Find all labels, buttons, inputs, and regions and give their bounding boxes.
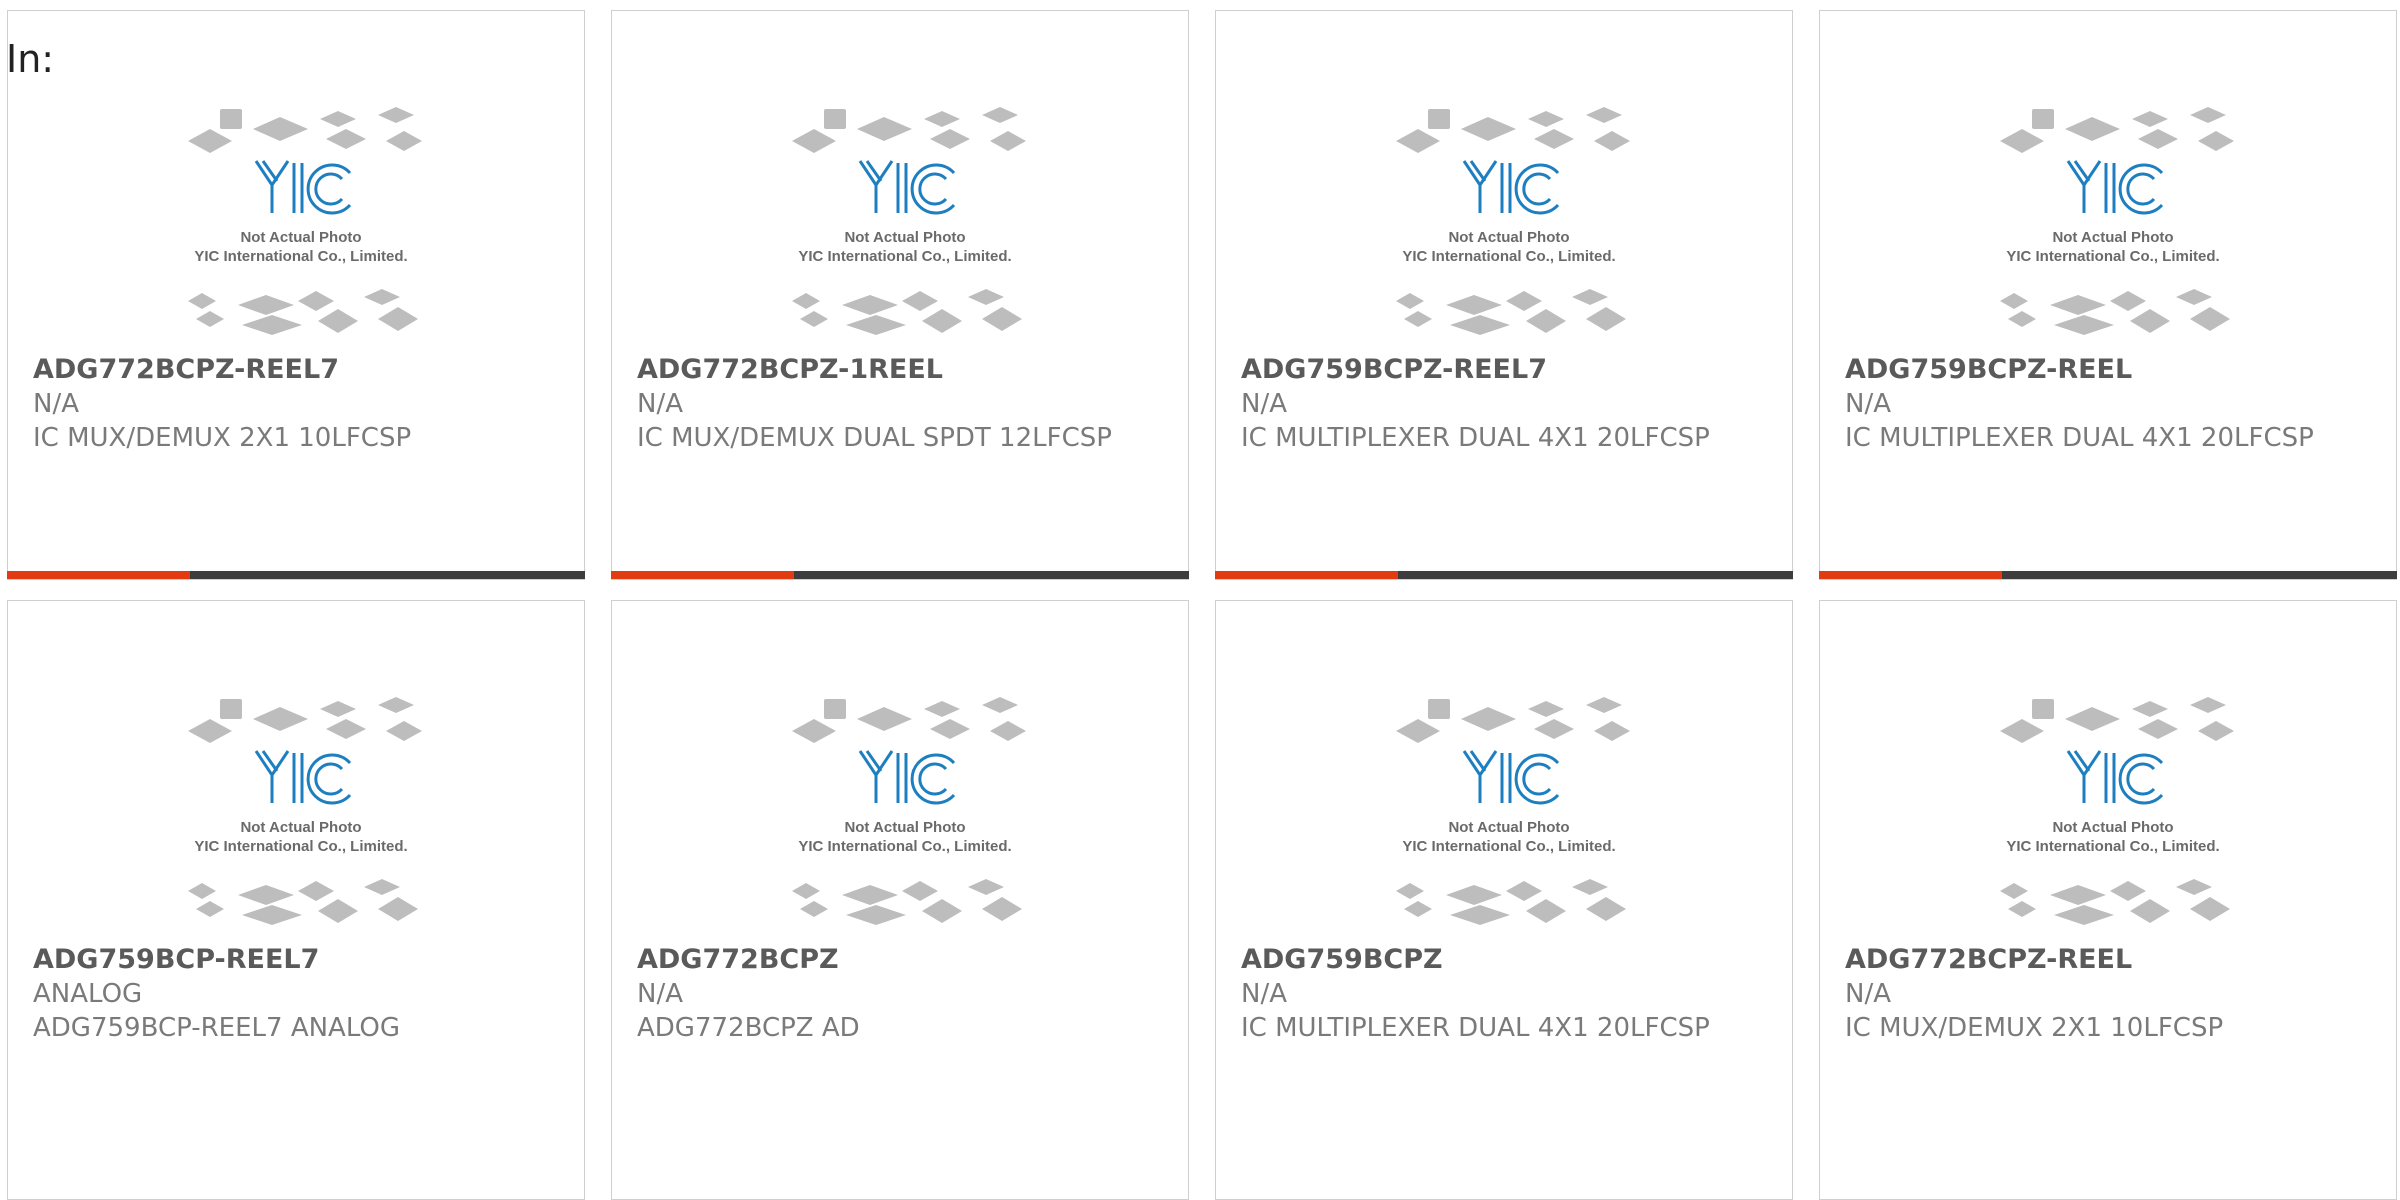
product-manufacturer: ANALOG [33, 979, 143, 1009]
product-card[interactable]: Not Actual Photo YIC International Co., … [1819, 10, 2397, 580]
product-description: IC MULTIPLEXER DUAL 4X1 20LFCSP [1241, 423, 1710, 453]
product-description: IC MUX/DEMUX 2X1 10LFCSP [1845, 1013, 2224, 1043]
product-part-number[interactable]: ADG759BCP-REEL7 [33, 943, 319, 977]
product-card[interactable]: Not Actual Photo YIC International Co., … [1215, 600, 1793, 1200]
product-card[interactable]: Not Actual Photo YIC International Co., … [611, 10, 1189, 580]
product-thumbnail[interactable]: Not Actual Photo YIC International Co., … [772, 101, 1038, 351]
product-card[interactable]: Not Actual Photo YIC International Co., … [611, 600, 1189, 1200]
card-progress-bar [1819, 571, 2397, 579]
thumbnail-caption-1: Not Actual Photo [2052, 819, 2173, 836]
product-manufacturer: N/A [1241, 389, 1287, 419]
chip-placeholder-image: Not Actual Photo YIC International Co., … [1396, 107, 1630, 335]
card-progress-bar [7, 571, 585, 579]
thumbnail-caption-2: YIC International Co., Limited. [798, 838, 1011, 855]
product-part-number[interactable]: ADG772BCPZ-1REEL [637, 353, 943, 387]
product-description: ADG759BCP-REEL7 ANALOG [33, 1013, 401, 1043]
card-progress-accent [1819, 571, 2002, 579]
product-description: ADG772BCPZ AD [637, 1013, 860, 1043]
product-thumbnail[interactable]: Not Actual Photo YIC International Co., … [1376, 691, 1642, 941]
product-thumbnail[interactable]: Not Actual Photo YIC International Co., … [168, 101, 434, 351]
product-description: IC MULTIPLEXER DUAL 4X1 20LFCSP [1241, 1013, 1710, 1043]
product-description: IC MULTIPLEXER DUAL 4X1 20LFCSP [1845, 423, 2314, 453]
card-progress-bar [1215, 571, 1793, 579]
product-thumbnail[interactable]: Not Actual Photo YIC International Co., … [1980, 691, 2246, 941]
thumbnail-caption-2: YIC International Co., Limited. [798, 248, 1011, 265]
chip-placeholder-image: Not Actual Photo YIC International Co., … [2000, 697, 2234, 925]
page-label: In: [6, 37, 55, 81]
product-part-number[interactable]: ADG772BCPZ [637, 943, 839, 977]
product-card[interactable]: Not Actual Photo YIC International Co., … [7, 600, 585, 1200]
product-thumbnail[interactable]: Not Actual Photo YIC International Co., … [1980, 101, 2246, 351]
chip-placeholder-image: Not Actual Photo YIC International Co., … [1396, 697, 1630, 925]
product-card[interactable]: Not Actual Photo YIC International Co., … [7, 10, 585, 580]
chip-placeholder-image: Not Actual Photo YIC International Co., … [188, 697, 422, 925]
product-manufacturer: N/A [637, 979, 683, 1009]
thumbnail-caption-2: YIC International Co., Limited. [2006, 248, 2219, 265]
thumbnail-caption-2: YIC International Co., Limited. [1402, 248, 1615, 265]
product-part-number[interactable]: ADG759BCPZ-REEL [1845, 353, 2132, 387]
product-thumbnail[interactable]: Not Actual Photo YIC International Co., … [772, 691, 1038, 941]
product-thumbnail[interactable]: Not Actual Photo YIC International Co., … [1376, 101, 1642, 351]
product-description: IC MUX/DEMUX DUAL SPDT 12LFCSP [637, 423, 1112, 453]
thumbnail-caption-1: Not Actual Photo [844, 819, 965, 836]
card-progress-bar [611, 571, 1189, 579]
product-part-number[interactable]: ADG772BCPZ-REEL7 [33, 353, 339, 387]
product-manufacturer: N/A [1241, 979, 1287, 1009]
product-card[interactable]: Not Actual Photo YIC International Co., … [1819, 600, 2397, 1200]
thumbnail-caption-1: Not Actual Photo [240, 229, 361, 246]
product-grid: Not Actual Photo YIC International Co., … [0, 0, 2400, 1200]
thumbnail-caption-2: YIC International Co., Limited. [1402, 838, 1615, 855]
thumbnail-caption-2: YIC International Co., Limited. [194, 838, 407, 855]
card-progress-accent [1215, 571, 1398, 579]
thumbnail-caption-1: Not Actual Photo [2052, 229, 2173, 246]
product-part-number[interactable]: ADG759BCPZ-REEL7 [1241, 353, 1547, 387]
thumbnail-caption-2: YIC International Co., Limited. [194, 248, 407, 265]
thumbnail-caption-1: Not Actual Photo [1448, 229, 1569, 246]
thumbnail-caption-1: Not Actual Photo [844, 229, 965, 246]
thumbnail-caption-1: Not Actual Photo [1448, 819, 1569, 836]
thumbnail-caption-2: YIC International Co., Limited. [2006, 838, 2219, 855]
product-part-number[interactable]: ADG759BCPZ [1241, 943, 1443, 977]
product-description: IC MUX/DEMUX 2X1 10LFCSP [33, 423, 412, 453]
product-manufacturer: N/A [637, 389, 683, 419]
chip-placeholder-image: Not Actual Photo YIC International Co., … [792, 697, 1026, 925]
product-thumbnail[interactable]: Not Actual Photo YIC International Co., … [168, 691, 434, 941]
card-progress-accent [611, 571, 794, 579]
chip-placeholder-image: Not Actual Photo YIC International Co., … [188, 107, 422, 335]
product-part-number[interactable]: ADG772BCPZ-REEL [1845, 943, 2132, 977]
chip-placeholder-image: Not Actual Photo YIC International Co., … [2000, 107, 2234, 335]
card-progress-accent [7, 571, 190, 579]
product-card[interactable]: Not Actual Photo YIC International Co., … [1215, 10, 1793, 580]
product-manufacturer: N/A [1845, 979, 1891, 1009]
thumbnail-caption-1: Not Actual Photo [240, 819, 361, 836]
product-manufacturer: N/A [33, 389, 79, 419]
chip-placeholder-image: Not Actual Photo YIC International Co., … [792, 107, 1026, 335]
product-manufacturer: N/A [1845, 389, 1891, 419]
